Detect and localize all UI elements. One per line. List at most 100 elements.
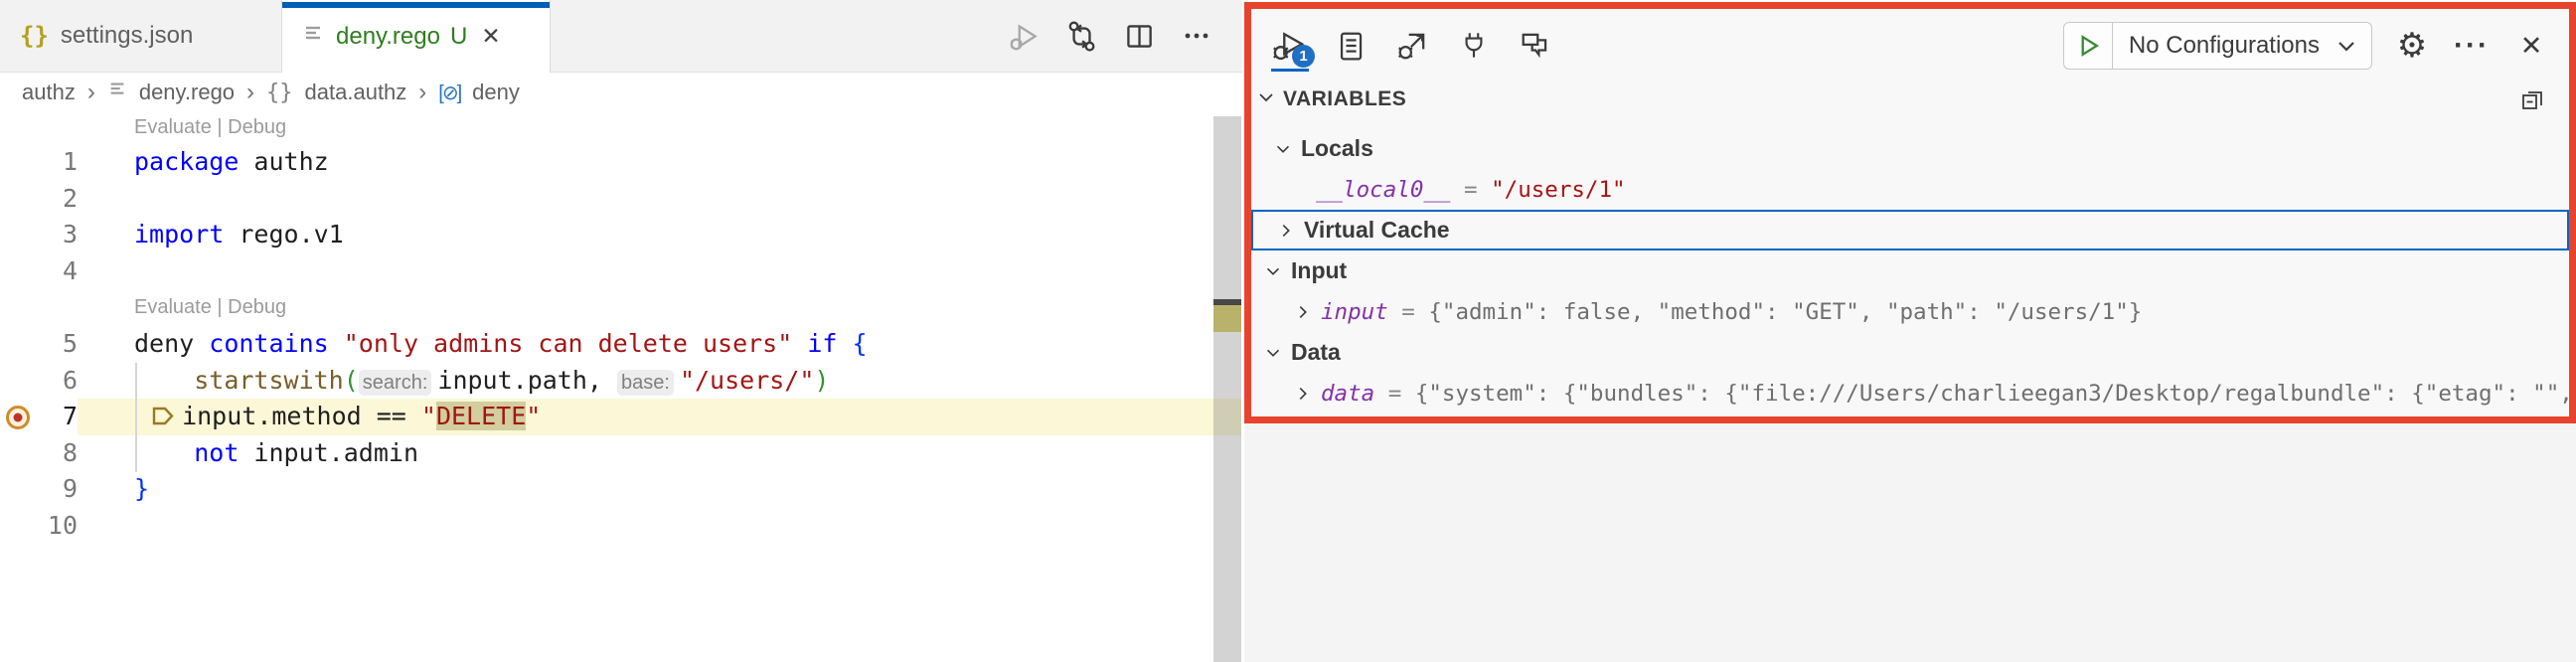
rego-file-icon (302, 23, 324, 50)
variable-text: input = {"admin": false, "method": "GET"… (1321, 299, 2142, 325)
json-file-icon: {} (20, 22, 49, 50)
notebook-icon[interactable] (1327, 22, 1374, 70)
chevron-down-icon (1255, 86, 1277, 113)
rule-symbol-icon: [⊘] (438, 81, 460, 105)
active-tab-indicator (282, 2, 550, 8)
scope-label: Input (1291, 257, 1347, 284)
overview-ruler-line-mark (1213, 305, 1241, 332)
debug-count-badge: 1 (1292, 45, 1315, 68)
codelens-debug-link[interactable]: Debug (228, 296, 286, 318)
variables-tree: Locals __local0__ = "/users/1" Virtual Cac… (1251, 122, 2569, 414)
close-tab-icon[interactable]: ✕ (481, 23, 500, 50)
code-line-1[interactable]: 1 package authz (0, 144, 1241, 181)
chevron-down-icon (1263, 343, 1283, 363)
line-number: 10 (0, 508, 78, 545)
tab-settings-json[interactable]: {} settings.json (0, 0, 282, 72)
line-content: startswith(search:input.path, base:"/use… (134, 363, 829, 402)
code-line-8[interactable]: 8 not input.admin (0, 435, 1241, 472)
chevron-down-icon (1273, 139, 1293, 159)
editor-scrollbar[interactable] (1213, 116, 1241, 662)
line-content: input.method == "DELETE" (134, 399, 541, 435)
collapse-all-icon[interactable] (2517, 84, 2547, 119)
variables-section-header[interactable]: VARIABLES (1251, 77, 2569, 122)
line-content: package authz (134, 144, 329, 181)
chevron-down-icon[interactable] (2334, 33, 2371, 59)
line-content: } (134, 471, 149, 508)
codelens-row: Evaluate | Debug (0, 289, 1241, 326)
comments-icon[interactable] (1512, 22, 1559, 70)
chevron-right-icon: › (418, 79, 426, 106)
breadcrumb-item-authz[interactable]: authz (22, 80, 76, 105)
code-line-10[interactable]: 10 (0, 508, 1241, 545)
codelens-debug-link[interactable]: Debug (228, 116, 286, 138)
line-content: not input.admin (134, 435, 418, 472)
editor-actions-toolbar (1006, 0, 1242, 72)
codelens-evaluate-link[interactable]: Evaluate (134, 116, 212, 138)
namespace-icon: {} (266, 81, 293, 105)
code-line-9[interactable]: 9} (0, 471, 1241, 508)
line-number: 8 (0, 435, 78, 472)
indent-guide (135, 363, 137, 472)
compare-changes-icon[interactable] (1063, 18, 1099, 54)
run-or-debug-icon[interactable] (1006, 18, 1042, 54)
breadcrumb-item-package[interactable]: data.authz (305, 80, 407, 105)
chevron-right-icon: › (87, 79, 95, 106)
scope-label: Virtual Cache (1304, 217, 1450, 244)
scope-row-locals[interactable]: Locals (1251, 128, 2569, 169)
line-number: 5 (0, 326, 78, 363)
rego-file-icon (107, 80, 127, 105)
line-number: 6 (0, 363, 78, 400)
code-line-3[interactable]: 3 import rego.v1 (0, 217, 1241, 253)
variables-title: VARIABLES (1283, 87, 1406, 111)
code-line-5[interactable]: 5 deny contains "only admins can delete u… (0, 326, 1241, 363)
codelens-row: Evaluate | Debug (0, 111, 1241, 144)
line-content: deny contains "only admins can delete us… (134, 326, 868, 363)
empty-panel-area (1244, 423, 2576, 662)
plug-icon[interactable] (1450, 22, 1498, 70)
codelens-separator: | (212, 116, 228, 138)
config-dropdown[interactable]: No Configurations (2113, 32, 2334, 60)
start-debug-icon[interactable] (2064, 23, 2113, 69)
scope-row-virtual-cache[interactable]: Virtual Cache (1251, 210, 2569, 250)
launch-config-control: No Configurations (2063, 22, 2372, 70)
code-editor[interactable]: Evaluate | Debug1package authz23import r… (0, 111, 1241, 545)
variable-row-__local0__[interactable]: __local0__ = "/users/1" (1251, 169, 2569, 210)
scope-row-data[interactable]: Data (1251, 332, 2569, 373)
code-line-7[interactable]: 7 input.method == "DELETE" (0, 399, 1241, 435)
chevron-right-icon (1293, 302, 1313, 322)
tab-bar: {} settings.json deny.rego U ✕ (0, 0, 1242, 73)
tab-deny-rego[interactable]: deny.rego U ✕ (282, 0, 551, 73)
variable-row-data[interactable]: data = {"system": {"bundles": {"file:///… (1251, 373, 2569, 414)
breadcrumb: authz › deny.rego › {} data.authz › [⊘] … (0, 73, 1264, 112)
breadcrumb-item-file[interactable]: deny.rego (139, 80, 235, 105)
split-editor-icon[interactable] (1121, 18, 1157, 54)
chevron-right-icon (1276, 221, 1296, 241)
tab-label: settings.json (61, 22, 193, 50)
debug-alt-icon[interactable]: 1 (1265, 22, 1313, 70)
code-line-2[interactable]: 2 (0, 181, 1241, 218)
line-number: 1 (0, 144, 78, 181)
close-panel-icon[interactable]: ✕ (2511, 26, 2551, 66)
debug-console-icon[interactable] (1388, 22, 1436, 70)
line-number: 3 (0, 217, 78, 253)
variable-row-input[interactable]: input = {"admin": false, "method": "GET"… (1251, 291, 2569, 332)
gear-icon[interactable]: ⚙ (2392, 26, 2432, 66)
code-line-4[interactable]: 4 (0, 253, 1241, 290)
more-actions-icon[interactable]: ··· (2452, 26, 2492, 66)
code-line-6[interactable]: 6 startswith(search:input.path, base:"/u… (0, 363, 1241, 400)
git-untracked-badge: U (450, 23, 467, 51)
line-content: import rego.v1 (134, 217, 344, 253)
breadcrumb-item-rule[interactable]: deny (472, 80, 520, 105)
codelens-separator: | (212, 296, 228, 318)
line-number: 9 (0, 471, 78, 508)
variable-text: __local0__ = "/users/1" (1316, 177, 1626, 203)
chevron-down-icon (1263, 261, 1283, 281)
scope-row-input[interactable]: Input (1251, 250, 2569, 291)
panel-view-icons: 1 (1265, 22, 1559, 70)
debug-hint-icon[interactable] (149, 402, 182, 430)
codelens-evaluate-link[interactable]: Evaluate (134, 296, 212, 318)
vscode-window: {} settings.json deny.rego U ✕ (0, 0, 2576, 662)
more-actions-icon[interactable] (1179, 18, 1214, 54)
active-view-underline (1271, 69, 1309, 72)
chevron-right-icon: › (246, 79, 254, 106)
